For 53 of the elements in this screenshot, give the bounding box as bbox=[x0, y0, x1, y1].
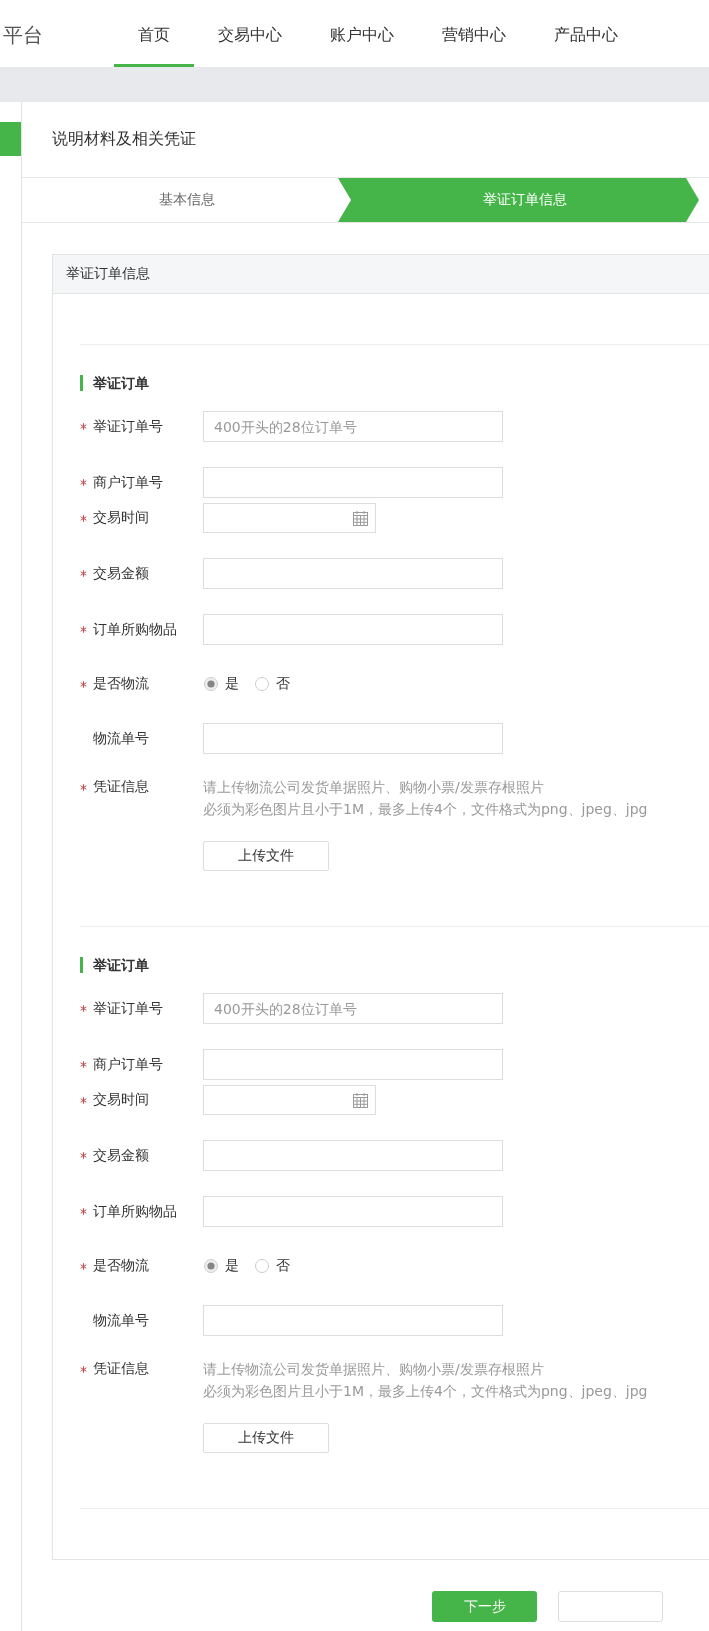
radio-option[interactable]: 是 bbox=[204, 1257, 239, 1275]
date-input[interactable] bbox=[203, 1085, 376, 1115]
text-input[interactable] bbox=[203, 558, 503, 589]
field-label: 是否物流 bbox=[93, 675, 149, 693]
text-input[interactable] bbox=[203, 1140, 503, 1171]
field-label: 订单所购物品 bbox=[93, 1202, 177, 1221]
section-title: 举证订单 bbox=[80, 375, 149, 391]
field-label: 举证订单号 bbox=[93, 999, 163, 1018]
upload-hint: 请上传物流公司发货单据照片、购物小票/发票存根照片 bbox=[203, 1360, 544, 1379]
nav-tab[interactable]: 产品中心 bbox=[530, 0, 642, 67]
field-label: 凭证信息 bbox=[93, 778, 149, 796]
field-label: 交易金额 bbox=[93, 564, 149, 583]
nav-tab[interactable]: 营销中心 bbox=[418, 0, 530, 67]
field-label: 交易时间 bbox=[93, 1091, 149, 1109]
field-label: 商户订单号 bbox=[93, 473, 163, 492]
text-input[interactable]: 400开头的28位订单号 bbox=[203, 993, 503, 1024]
upload-hint: 请上传物流公司发货单据照片、购物小票/发票存根照片 bbox=[203, 778, 544, 797]
upload-button[interactable]: 上传文件 bbox=[203, 841, 329, 871]
section-title: 举证订单 bbox=[80, 957, 149, 973]
field-label: 交易时间 bbox=[93, 509, 149, 527]
step-label: 基本信息 bbox=[158, 191, 215, 209]
field-label: 商户订单号 bbox=[93, 1055, 163, 1074]
upload-button[interactable]: 上传文件 bbox=[203, 1423, 329, 1453]
calendar-icon[interactable] bbox=[353, 510, 368, 526]
text-input[interactable] bbox=[203, 467, 503, 498]
upload-hint: 必须为彩色图片且小于1M，最多上传4个，文件格式为png、jpeg、jpg bbox=[203, 1382, 648, 1401]
secondary-button[interactable] bbox=[558, 1591, 663, 1622]
text-input[interactable] bbox=[203, 723, 503, 754]
upload-hint: 必须为彩色图片且小于1M，最多上传4个，文件格式为png、jpeg、jpg bbox=[203, 800, 648, 819]
radio-option[interactable]: 否 bbox=[255, 675, 290, 693]
text-input[interactable] bbox=[203, 1305, 503, 1336]
radio-option[interactable]: 是 bbox=[204, 675, 239, 693]
page-title: 说明材料及相关凭证 bbox=[52, 129, 196, 150]
text-input[interactable]: 400开头的28位订单号 bbox=[203, 411, 503, 442]
active-step: 举证订单信息 bbox=[338, 178, 699, 222]
calendar-icon[interactable] bbox=[353, 1092, 368, 1108]
date-input[interactable] bbox=[203, 503, 376, 533]
field-label: 是否物流 bbox=[93, 1257, 149, 1275]
brand-title: 平台 bbox=[3, 21, 43, 49]
panel-header: 举证订单信息 bbox=[53, 255, 709, 294]
field-label: 举证订单号 bbox=[93, 417, 163, 436]
field-label: 物流单号 bbox=[93, 1311, 149, 1330]
text-input[interactable] bbox=[203, 1196, 503, 1227]
field-label: 订单所购物品 bbox=[93, 620, 177, 639]
nav-tab[interactable]: 账户中心 bbox=[306, 0, 418, 67]
field-label: 物流单号 bbox=[93, 729, 149, 748]
text-input[interactable] bbox=[203, 1049, 503, 1080]
radio-option[interactable]: 否 bbox=[255, 1257, 290, 1275]
sidebar-highlight bbox=[0, 122, 21, 156]
text-input[interactable] bbox=[203, 614, 503, 645]
field-label: 交易金额 bbox=[93, 1146, 149, 1165]
nav-tab[interactable]: 交易中心 bbox=[194, 0, 306, 67]
field-label: 凭证信息 bbox=[93, 1360, 149, 1378]
